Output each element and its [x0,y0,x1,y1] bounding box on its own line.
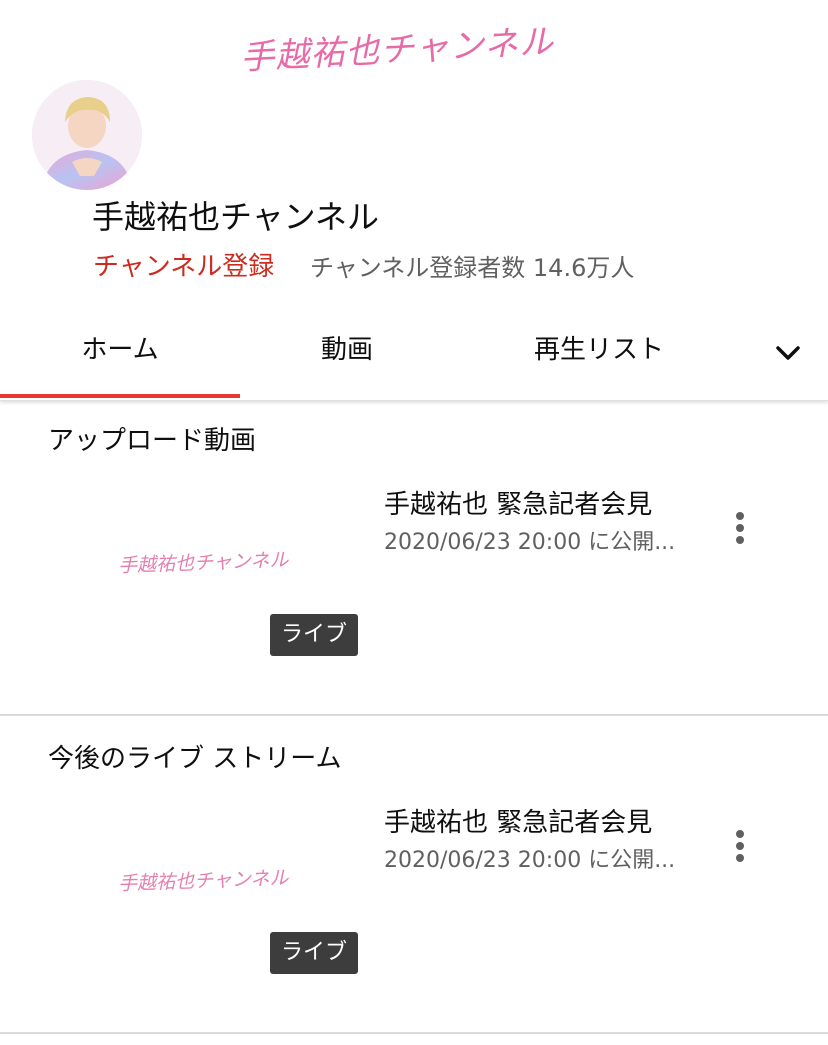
video-title[interactable]: 手越祐也 緊急記者会見 [384,802,652,839]
video-title[interactable]: 手越祐也 緊急記者会見 [384,484,652,521]
thumbnail-logo: 手越祐也チャンネル [117,549,289,577]
banner-logo: 手越祐也チャンネル [239,21,555,79]
tab-videos[interactable]: 動画 [240,316,454,396]
subscribe-button[interactable]: チャンネル登録 [93,246,274,283]
section-title-uploads: アップロード動画 [48,426,257,456]
tab-selected-indicator [0,394,240,398]
video-thumbnail[interactable]: 手越祐也チャンネル ライブ [56,794,366,984]
avatar[interactable] [32,80,142,190]
live-badge: ライブ [270,932,358,974]
channel-banner: 手越祐也チャンネル [0,0,828,90]
channel-tabs: ホーム 動画 再生リスト [0,316,828,401]
video-menu-button[interactable] [724,824,756,868]
video-thumbnail[interactable]: 手越祐也チャンネル ライブ [56,476,366,666]
thumbnail-logo: 手越祐也チャンネル [117,867,289,895]
channel-name: 手越祐也チャンネル [92,198,380,236]
live-badge: ライブ [270,614,358,656]
chevron-down-icon [776,346,800,360]
avatar-image [32,80,142,190]
subscriber-count: チャンネル登録者数 14.6万人 [310,254,635,282]
section-divider [0,1032,828,1034]
video-menu-button[interactable] [724,506,756,550]
tab-playlists[interactable]: 再生リスト [454,316,744,396]
video-meta: 2020/06/23 20:00 に公開... [384,848,676,873]
tabs-more-button[interactable] [768,334,808,374]
tab-home[interactable]: ホーム [0,316,240,396]
video-meta: 2020/06/23 20:00 に公開... [384,530,676,555]
section-title-upcoming-live: 今後のライブ ストリーム [48,744,342,774]
section-divider [0,714,828,716]
